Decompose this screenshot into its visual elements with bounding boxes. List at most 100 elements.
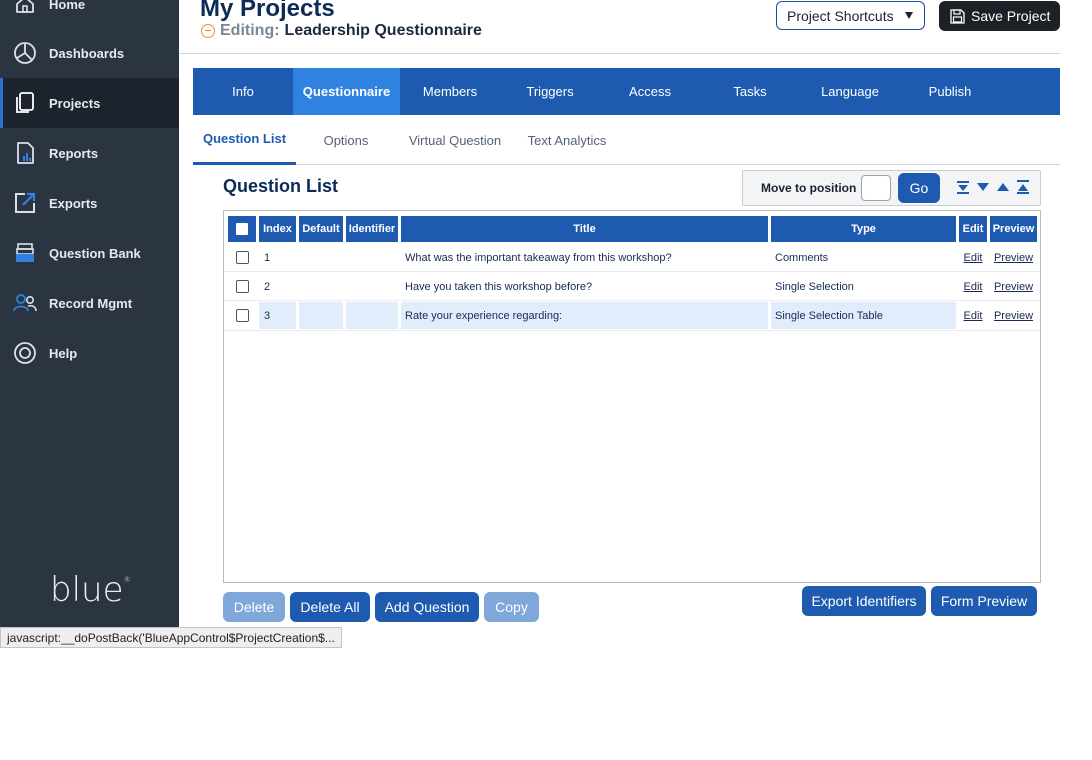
sidebar-item-exports[interactable]: Exports [0,178,179,228]
row-title: Rate your experience regarding: [401,302,768,329]
delete-button[interactable]: Delete [223,592,285,622]
column-header-identifier[interactable]: Identifier [346,216,398,242]
move-to-bottom-icon[interactable] [956,180,970,194]
question-bank-icon [12,240,38,266]
save-project-label: Save Project [971,8,1051,24]
row-index: 2 [264,280,271,293]
preview-link[interactable]: Preview [994,310,1033,322]
page: Home Dashboards Projects Reports Exports [0,0,1092,760]
app-window: Home Dashboards Projects Reports Exports [0,0,1060,648]
save-icon [950,8,965,24]
sidebar-item-help[interactable]: Help [0,328,179,378]
column-header-title[interactable]: Title [401,216,768,242]
row-divider [224,271,1040,272]
row-default [299,273,343,300]
editing-indicator: Editing: Leadership Questionnaire [201,22,482,40]
question-table: Index Default Identifier Title Type Edit… [223,210,1041,583]
row-checkbox[interactable] [236,251,249,264]
tab-publish[interactable]: Publish [900,68,1000,115]
row-preview-link: Preview [990,302,1037,329]
question-list-title: Question List [223,176,339,196]
select-all-checkbox[interactable] [235,222,249,236]
help-icon [12,340,38,366]
move-up-icon[interactable] [996,180,1010,194]
sidebar-item-projects[interactable]: Projects [0,78,179,128]
sidebar-item-home[interactable]: Home [0,0,179,29]
subtab-question-list[interactable]: Question List [193,115,296,165]
edit-link[interactable]: Edit [964,310,983,322]
sidebar-item-record-mgmt[interactable]: Record Mgmt [0,278,179,328]
subtab-options[interactable]: Options [309,115,383,165]
row-preview-link: Preview [990,244,1037,271]
tab-questionnaire[interactable]: Questionnaire [293,68,400,115]
tab-triggers[interactable]: Triggers [500,68,600,115]
row-divider [224,330,1040,331]
sidebar-item-dashboards[interactable]: Dashboards [0,28,179,78]
row-checkbox[interactable] [236,280,249,293]
preview-link[interactable]: Preview [994,281,1033,293]
sidebar-item-label: Question Bank [49,245,141,261]
export-identifiers-button[interactable]: Export Identifiers [802,586,926,616]
delete-all-button[interactable]: Delete All [290,592,370,622]
column-header-default[interactable]: Default [299,216,343,242]
page-header: My Projects Editing: Leadership Question… [179,0,1060,54]
row-checkbox[interactable] [236,309,249,322]
tab-language[interactable]: Language [800,68,900,115]
add-question-button[interactable]: Add Question [375,592,479,622]
sidebar-item-question-bank[interactable]: Question Bank [0,228,179,278]
sidebar-item-label: Record Mgmt [49,295,133,311]
save-project-button[interactable]: Save Project [939,1,1060,31]
column-header-preview: Preview [990,216,1037,242]
sidebar-item-reports[interactable]: Reports [0,128,179,178]
tab-access[interactable]: Access [600,68,700,115]
preview-link[interactable]: Preview [994,252,1033,264]
row-edit-link: Edit [959,273,987,300]
row-index: 1 [264,251,271,264]
move-down-icon[interactable] [976,180,990,194]
page-title: My Projects [200,0,335,22]
edit-link[interactable]: Edit [964,252,983,264]
form-preview-button[interactable]: Form Preview [931,586,1037,616]
column-header-index[interactable]: Index [259,216,296,242]
row-type: Comments [775,251,829,264]
table-row[interactable]: 1 What was the important takeaway from t… [224,244,1040,271]
table-row[interactable]: 3 Rate your experience regarding: Single… [224,302,1040,329]
tab-tasks[interactable]: Tasks [700,68,800,115]
home-icon [12,0,38,17]
subtab-text-analytics[interactable]: Text Analytics [523,115,611,165]
editing-label: Editing: [220,22,280,39]
editing-status-icon [201,24,215,38]
move-to-top-icon[interactable] [1016,180,1030,194]
header-select-all-cell [228,216,256,242]
sub-tab-bar: Question List Options Virtual Question T… [193,115,1060,165]
position-input[interactable] [861,175,891,201]
move-to-position-label: Move to position [761,181,857,195]
project-shortcuts-dropdown[interactable]: Project Shortcuts [776,1,925,30]
row-title: Have you taken this workshop before? [405,280,593,293]
sidebar-item-label: Projects [49,95,101,111]
row-title: What was the important takeaway from thi… [405,251,672,264]
column-header-edit: Edit [959,216,987,242]
tab-members[interactable]: Members [400,68,500,115]
row-preview-link: Preview [990,273,1037,300]
sidebar-item-label: Dashboards [49,45,125,61]
projects-icon [12,90,38,116]
sidebar-item-label: Help [49,345,78,361]
row-type: Single Selection Table [771,302,956,329]
edit-link[interactable]: Edit [964,281,983,293]
project-name: Leadership Questionnaire [284,22,482,39]
row-identifier [346,302,398,329]
chevron-down-icon [905,12,913,19]
project-shortcuts-label: Project Shortcuts [787,7,894,24]
go-button[interactable]: Go [898,173,940,203]
sidebar-item-label: Reports [49,145,99,161]
sidebar-item-label: Exports [49,195,98,211]
dashboard-icon [12,40,38,66]
subtab-virtual-question[interactable]: Virtual Question [401,115,509,165]
row-default [299,302,343,329]
column-header-type[interactable]: Type [771,216,956,242]
copy-button[interactable]: Copy [484,592,539,622]
tab-info[interactable]: Info [193,68,293,115]
row-edit-link: Edit [959,302,987,329]
table-row[interactable]: 2 Have you taken this workshop before? S… [224,273,1040,300]
